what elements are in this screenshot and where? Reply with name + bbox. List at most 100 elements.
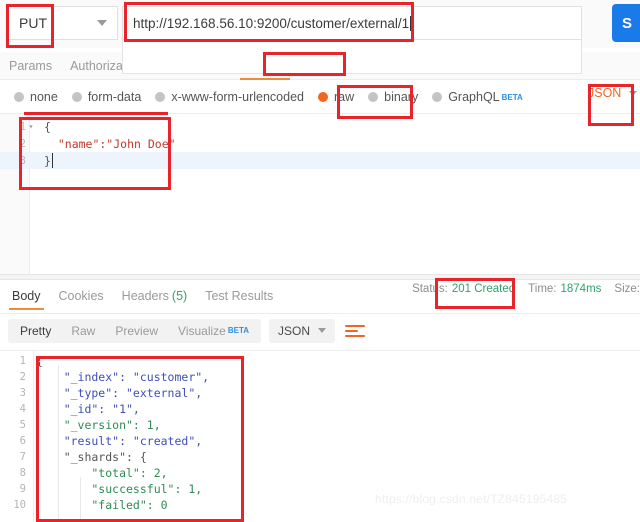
line-number: 1	[19, 120, 26, 133]
response-meta: Status: 201 Created Time: 1874ms Size:	[399, 283, 640, 295]
postman-window: PUT http://192.168.56.10:9200/customer/e…	[0, 0, 640, 522]
code-text: "name":"John Doe"	[44, 136, 176, 151]
line-number: 8	[19, 467, 26, 479]
code-text: }	[44, 153, 51, 168]
radio-icon	[368, 92, 379, 102]
response-format-dropdown[interactable]: JSON	[269, 318, 336, 343]
body-type-form-data-label: form-data	[87, 90, 142, 104]
line-number: 5	[19, 419, 26, 431]
body-type-raw-label: raw	[334, 90, 355, 104]
body-type-none-label: none	[30, 90, 58, 104]
visualize-beta-badge: BETA	[227, 326, 250, 335]
radio-icon	[155, 92, 166, 102]
response-line: 2 "_index": "customer",	[0, 369, 640, 385]
code-line: 2 "name":"John Doe"	[0, 135, 640, 152]
graphql-beta-badge: BETA	[501, 92, 523, 102]
request-body-editor[interactable]: 1 ▾ { 2 "name":"John Doe" 3 }	[0, 113, 640, 211]
response-tab-headers-count: (5)	[171, 289, 188, 303]
response-line: 5 "_version": 1,	[0, 417, 640, 433]
view-pretty[interactable]: Pretty	[10, 319, 61, 343]
tab-params-label: Params	[9, 58, 53, 73]
line-number: 1	[19, 355, 26, 367]
body-type-none[interactable]: none	[14, 90, 58, 104]
response-format-label: JSON	[278, 323, 311, 338]
http-method-dropdown[interactable]: PUT	[8, 6, 118, 40]
request-format-label: JSON	[588, 86, 622, 100]
text-cursor	[51, 153, 53, 168]
response-view-switcher: Pretty Raw Preview Visualize BETA	[8, 318, 262, 343]
body-type-urlencoded-label: x-www-form-urlencoded	[171, 90, 304, 104]
view-visualize[interactable]: Visualize BETA	[168, 319, 259, 343]
body-type-graphql-label: GraphQL	[448, 90, 500, 104]
body-type-binary[interactable]: binary	[368, 90, 418, 104]
wrap-lines-icon[interactable]	[345, 320, 367, 342]
line-number: 3	[19, 387, 26, 399]
radio-selected-icon	[318, 92, 328, 102]
response-line: 7 "_shards": {	[0, 449, 640, 465]
http-method-label: PUT	[19, 15, 47, 31]
chevron-down-icon	[97, 20, 107, 26]
response-tab-test-results[interactable]: Test Results	[196, 282, 282, 310]
status-label: Status:	[412, 283, 448, 295]
body-type-graphql[interactable]: GraphQL BETA	[432, 90, 523, 104]
view-pretty-label: Pretty	[20, 323, 52, 338]
body-type-raw[interactable]: raw	[318, 90, 354, 104]
fold-arrow-icon[interactable]: ▾	[26, 122, 36, 131]
code-text: "_shards": {	[36, 450, 147, 464]
code-text: {	[44, 119, 51, 134]
response-tab-body[interactable]: Body	[3, 282, 50, 310]
line-number: 4	[19, 403, 26, 415]
send-button[interactable]: S	[612, 4, 640, 42]
code-line: 1 ▾ {	[0, 118, 640, 135]
view-raw-label: Raw	[71, 323, 96, 338]
view-visualize-label: Visualize	[178, 323, 226, 338]
response-line: 6 "result": "created",	[0, 433, 640, 449]
response-tab-body-label: Body	[12, 289, 41, 303]
body-type-form-data[interactable]: form-data	[71, 90, 142, 104]
line-number: 10	[13, 499, 26, 511]
radio-icon	[71, 92, 82, 102]
url-autocomplete-panel	[122, 40, 582, 74]
view-preview[interactable]: Preview	[105, 319, 168, 343]
time-label: Time:	[528, 283, 557, 295]
code-text: {	[36, 354, 43, 368]
code-text: "successful": 1,	[36, 482, 203, 496]
response-line: 1{	[0, 353, 640, 369]
code-text: "_version": 1,	[36, 418, 161, 432]
line-number: 3	[19, 154, 26, 167]
line-number: 2	[19, 371, 26, 383]
response-tab-cookies[interactable]: Cookies	[50, 282, 113, 310]
editor-gutter-continued	[0, 211, 30, 274]
line-number: 7	[19, 451, 26, 463]
text-cursor	[410, 15, 412, 31]
code-text: "_index": "customer",	[36, 370, 210, 384]
editor-empty-area	[0, 211, 640, 274]
code-text: "_type": "external",	[36, 386, 203, 400]
response-tab-cookies-label: Cookies	[58, 289, 104, 303]
annotation-body-types-underline	[24, 112, 168, 115]
line-number: 9	[19, 483, 26, 495]
time-value: 1874ms	[560, 283, 602, 295]
response-tab-test-results-label: Test Results	[205, 289, 274, 303]
tab-params[interactable]: Params	[0, 52, 61, 80]
radio-icon	[14, 92, 24, 102]
code-text: "failed": 0	[36, 498, 168, 512]
response-line: 3 "_type": "external",	[0, 385, 640, 401]
chevron-down-icon	[629, 90, 638, 96]
code-text: "_id": "1",	[36, 402, 140, 416]
response-tab-headers-label: Headers	[121, 289, 169, 303]
status-badge: 201 Created	[451, 283, 516, 295]
url-text: http://192.168.56.10:9200/customer/exter…	[133, 15, 410, 31]
request-format-dropdown[interactable]: JSON	[588, 86, 638, 100]
view-raw[interactable]: Raw	[61, 319, 105, 343]
radio-icon	[432, 92, 443, 102]
body-type-urlencoded[interactable]: x-www-form-urlencoded	[155, 90, 304, 104]
url-input[interactable]: http://192.168.56.10:9200/customer/exter…	[122, 6, 582, 40]
view-preview-label: Preview	[115, 323, 159, 338]
response-tab-headers[interactable]: Headers (5)	[113, 282, 197, 310]
response-toolbar: Pretty Raw Preview Visualize BETA JSON	[0, 313, 640, 347]
size-label: Size:	[614, 283, 640, 295]
pane-splitter[interactable]	[0, 274, 640, 280]
body-type-radio-group: none form-data x-www-form-urlencoded raw…	[0, 84, 640, 110]
body-type-binary-label: binary	[384, 90, 419, 104]
